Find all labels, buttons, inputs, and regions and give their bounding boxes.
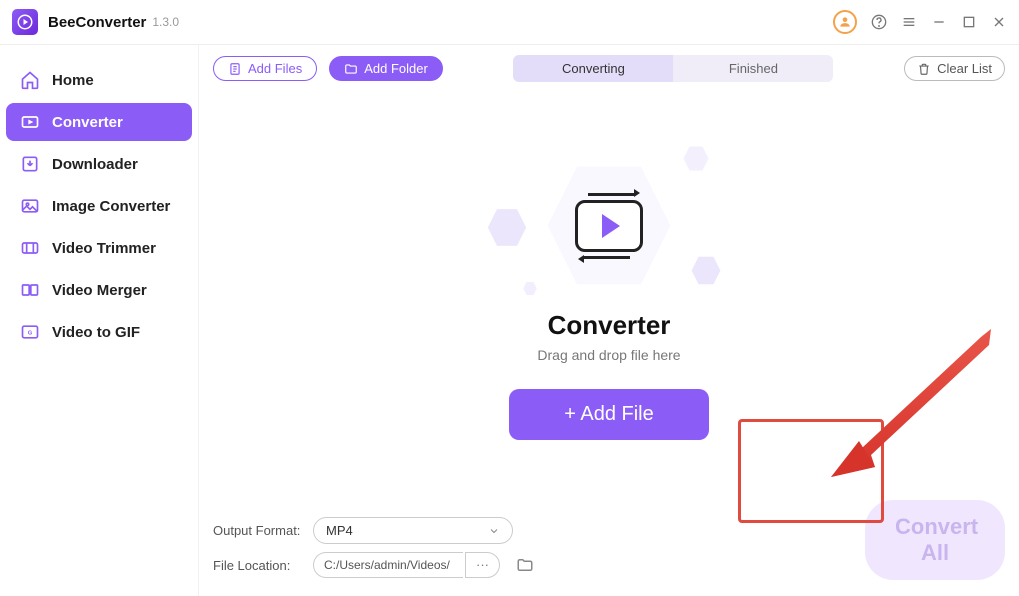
clear-list-button[interactable]: Clear List: [904, 56, 1005, 81]
drop-area[interactable]: Converter Drag and drop file here + Add …: [199, 92, 1019, 509]
sidebar-item-image-converter[interactable]: Image Converter: [6, 187, 192, 225]
maximize-icon[interactable]: [961, 14, 977, 30]
content-pane: Add Files Add Folder Converting Finished…: [198, 45, 1019, 596]
help-icon[interactable]: [871, 14, 887, 30]
gif-icon: G: [20, 322, 40, 342]
image-icon: [20, 196, 40, 216]
open-folder-icon[interactable]: [516, 556, 534, 574]
merger-icon: [20, 280, 40, 300]
status-tabs: Converting Finished: [513, 55, 833, 82]
sidebar-item-video-trimmer[interactable]: Video Trimmer: [6, 229, 192, 267]
add-files-label: Add Files: [248, 61, 302, 76]
svg-text:G: G: [28, 331, 33, 337]
converter-icon: [20, 112, 40, 132]
title-bar: BeeConverter 1.3.0: [0, 0, 1019, 45]
add-files-button[interactable]: Add Files: [213, 56, 317, 81]
sidebar-item-label: Downloader: [52, 156, 138, 173]
sidebar-item-converter[interactable]: Converter: [6, 103, 192, 141]
output-format-label: Output Format:: [213, 523, 305, 538]
file-location-field[interactable]: C:/Users/admin/Videos/: [313, 552, 463, 578]
decor-hex-icon: [523, 282, 537, 296]
decor-hex-icon: [691, 256, 721, 286]
trimmer-icon: [20, 238, 40, 258]
sidebar-item-label: Video to GIF: [52, 324, 140, 341]
close-icon[interactable]: [991, 14, 1007, 30]
app-version: 1.3.0: [152, 15, 179, 29]
output-format-value: MP4: [326, 523, 353, 538]
decor-hex-icon: [487, 208, 527, 248]
sidebar-item-label: Image Converter: [52, 198, 170, 215]
sidebar-item-label: Home: [52, 72, 94, 89]
tab-converting[interactable]: Converting: [513, 55, 673, 82]
sidebar-item-video-to-gif[interactable]: G Video to GIF: [6, 313, 192, 351]
decor-hex-icon: [683, 146, 709, 172]
center-subtitle: Drag and drop file here: [537, 347, 680, 363]
sidebar-item-home[interactable]: Home: [6, 61, 192, 99]
add-folder-button[interactable]: Add Folder: [329, 56, 443, 81]
sidebar-item-label: Video Merger: [52, 282, 147, 299]
center-title: Converter: [548, 310, 671, 341]
sidebar-item-video-merger[interactable]: Video Merger: [6, 271, 192, 309]
download-icon: [20, 154, 40, 174]
sidebar: Home Converter Downloader Image Converte…: [0, 45, 198, 596]
more-button[interactable]: ···: [465, 552, 500, 578]
menu-icon[interactable]: [901, 14, 917, 30]
home-icon: [20, 70, 40, 90]
sidebar-item-label: Converter: [52, 114, 123, 131]
add-folder-label: Add Folder: [364, 61, 428, 76]
chevron-down-icon: [488, 525, 500, 537]
sidebar-item-downloader[interactable]: Downloader: [6, 145, 192, 183]
minimize-icon[interactable]: [931, 14, 947, 30]
converter-hero-icon: [545, 162, 673, 290]
add-file-button[interactable]: + Add File: [509, 389, 709, 440]
sidebar-item-label: Video Trimmer: [52, 240, 156, 257]
clear-list-label: Clear List: [937, 61, 992, 76]
app-logo-icon: [12, 9, 38, 35]
account-icon[interactable]: [833, 10, 857, 34]
file-location-label: File Location:: [213, 558, 305, 573]
tab-finished[interactable]: Finished: [673, 55, 833, 82]
app-name: BeeConverter: [48, 14, 146, 31]
convert-all-button[interactable]: Convert All: [865, 500, 1005, 580]
output-format-select[interactable]: MP4: [313, 517, 513, 544]
